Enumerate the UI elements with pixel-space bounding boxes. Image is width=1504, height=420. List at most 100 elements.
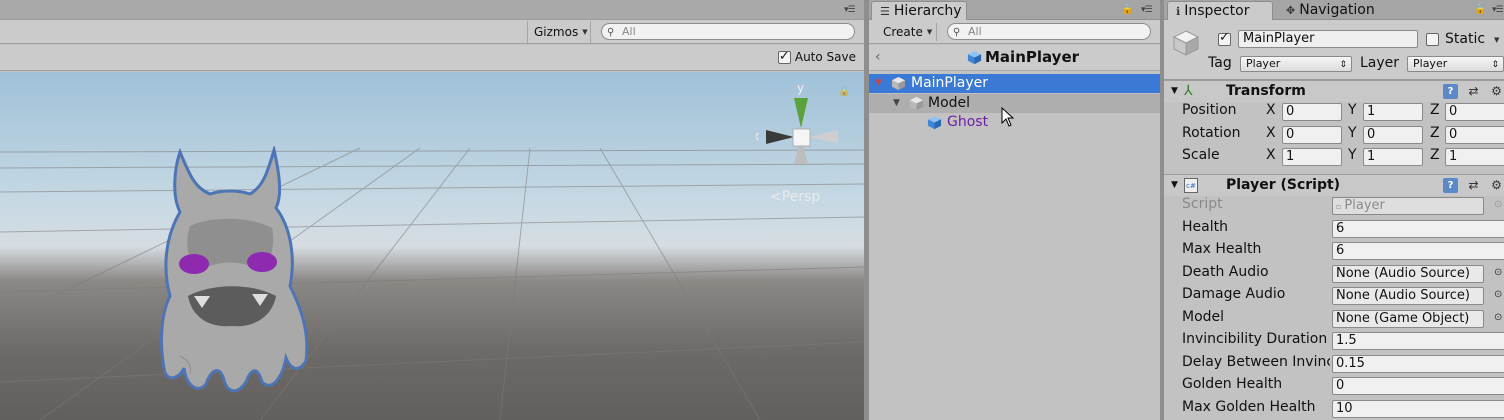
help-icon[interactable]: ? — [1443, 84, 1458, 99]
chevron-down-icon: ▼ — [582, 28, 588, 36]
gameobject-cube-icon — [891, 76, 906, 91]
rotation-x-field[interactable]: 0 — [1282, 126, 1342, 144]
tab-hierarchy[interactable]: ☰ Hierarchy — [871, 1, 967, 20]
inspector-panel: ℹInspector ✥Navigation 🔒 ▾☰ MainPlayer S… — [1164, 0, 1504, 420]
unity-editor: ▾☰ Gizmos▼ ⚲ All Auto Save — [0, 0, 1504, 420]
expand-triangle-icon[interactable]: ▼ — [875, 74, 882, 93]
tag-label: Tag — [1208, 55, 1232, 71]
scene-viewport[interactable]: y x 🔒 <Persp — [0, 72, 864, 420]
health-field[interactable]: 6 — [1332, 220, 1504, 238]
golden-health-label: Golden Health — [1182, 376, 1283, 392]
updown-arrow-icon: ⇕ — [1491, 60, 1499, 70]
hierarchy-tab-label: Hierarchy — [893, 3, 962, 19]
damage-audio-label: Damage Audio — [1182, 286, 1286, 302]
tab-navigation[interactable]: ✥ Navigation — [1278, 1, 1398, 20]
floor-grid — [0, 147, 864, 420]
damage-audio-field[interactable]: None (Audio Source) — [1332, 287, 1484, 305]
hierarchy-panel: ☰ Hierarchy 🔒 ▾☰ Create ▼ ⚲ All ‹ MainPlay… — [869, 0, 1160, 420]
layer-dropdown[interactable]: Player ⇕ — [1407, 56, 1504, 72]
transform-header[interactable]: ▼ ⅄ Transform ? ⇄ ⚙ — [1164, 80, 1504, 102]
back-chevron-icon[interactable]: ‹ — [875, 49, 881, 65]
axis-x-label: X — [1266, 125, 1276, 141]
player-script-header[interactable]: ▼ c# Player (Script) ? ⇄ ⚙ — [1164, 174, 1504, 196]
expand-triangle-icon[interactable]: ▼ — [1171, 86, 1178, 96]
axis-y-label: Y — [1348, 147, 1357, 163]
rotation-label: Rotation — [1182, 125, 1241, 141]
autosave-checkbox[interactable] — [777, 48, 791, 66]
lock-icon[interactable]: 🔒 — [838, 86, 850, 97]
scene-title-text: MainPlayer — [985, 48, 1080, 66]
gameobject-header: MainPlayer Static ▼ Tag Player ⇕ Layer Pl… — [1164, 20, 1504, 80]
mouse-cursor-icon — [1001, 107, 1015, 127]
position-z-field[interactable]: 0 — [1445, 103, 1504, 121]
preset-icon[interactable]: ⇄ — [1466, 84, 1481, 99]
position-x-field[interactable]: 0 — [1282, 103, 1342, 121]
scale-y-field[interactable]: 1 — [1363, 148, 1423, 166]
autosave-toggle[interactable]: Auto Save — [777, 48, 856, 66]
active-checkbox[interactable] — [1218, 30, 1231, 46]
invincibility-duration-label: Invincibility Duration — [1182, 331, 1328, 347]
axis-z-label: Z — [1430, 147, 1440, 163]
navigation-tab-label: Navigation — [1299, 2, 1375, 18]
death-audio-label: Death Audio — [1182, 264, 1269, 280]
static-dropdown-icon[interactable]: ▼ — [1494, 36, 1499, 44]
transform-title: Transform — [1226, 83, 1306, 99]
tag-dropdown[interactable]: Player ⇕ — [1240, 56, 1352, 72]
autosave-label: Auto Save — [794, 50, 856, 64]
preset-icon[interactable]: ⇄ — [1466, 178, 1481, 193]
panel-menu-icon[interactable]: ▾☰ — [1492, 6, 1504, 15]
tab-inspector[interactable]: ℹ Inspector — [1167, 1, 1273, 20]
invincibility-duration-field[interactable]: 1.5 — [1332, 332, 1504, 350]
expand-triangle-icon[interactable]: ▼ — [1171, 180, 1178, 190]
static-checkbox[interactable] — [1426, 33, 1439, 46]
delay-between-invincibility-label: Delay Between Invinc — [1182, 354, 1330, 370]
axis-y-label: y — [797, 81, 804, 95]
orientation-gizmo[interactable]: y x — [756, 78, 846, 173]
axis-x-label: x — [756, 129, 759, 143]
panel-menu-icon[interactable]: ▾☰ — [844, 6, 858, 15]
model-field[interactable]: None (Game Object) — [1332, 310, 1484, 328]
object-picker-icon[interactable]: ⊙ — [1494, 312, 1502, 323]
updown-arrow-icon: ⇕ — [1339, 60, 1347, 70]
object-picker-icon[interactable]: ⊙ — [1494, 289, 1502, 300]
projection-toggle[interactable]: <Persp — [770, 189, 820, 205]
info-icon: ℹ — [1176, 5, 1181, 18]
scene-search-input[interactable]: ⚲ All — [601, 23, 855, 40]
gizmos-dropdown[interactable]: Gizmos ▼ — [527, 21, 591, 43]
rotation-y-field[interactable]: 0 — [1363, 126, 1423, 144]
max-health-field[interactable]: 6 — [1332, 242, 1504, 260]
object-picker-icon[interactable]: ⊙ — [1494, 267, 1502, 278]
search-icon: ⚲ — [953, 27, 961, 38]
inspector-tab-strip: ℹ Inspector ✥ Navigation 🔒 ▾☰ — [1164, 0, 1504, 20]
panel-menu-icon[interactable]: ▾☰ — [1141, 6, 1155, 15]
player-script-title: Player (Script) — [1226, 177, 1341, 193]
axis-z-label: Z — [1430, 102, 1440, 118]
help-icon[interactable]: ? — [1443, 178, 1458, 193]
rotation-z-field[interactable]: 0 — [1445, 126, 1504, 144]
expand-triangle-icon[interactable]: ▼ — [893, 94, 900, 113]
delay-between-invincibility-field[interactable]: 0.15 — [1332, 355, 1504, 373]
scale-x-field[interactable]: 1 — [1282, 148, 1342, 166]
layer-label: Layer — [1360, 55, 1400, 71]
list-icon: ☰ — [880, 5, 890, 18]
gear-icon[interactable]: ⚙ — [1489, 84, 1504, 99]
object-name-field[interactable]: MainPlayer — [1238, 30, 1418, 48]
scene-panel: ▾☰ Gizmos▼ ⚲ All Auto Save — [0, 0, 864, 420]
golden-health-field[interactable]: 0 — [1332, 377, 1504, 395]
layer-value: Player — [1413, 57, 1448, 70]
ghost-model[interactable] — [140, 146, 320, 396]
hierarchy-search-input[interactable]: ⚲ All — [947, 23, 1151, 40]
scale-z-field[interactable]: 1 — [1445, 148, 1504, 166]
max-golden-health-field[interactable]: 10 — [1332, 400, 1504, 418]
hierarchy-toolbar: Create ▼ ⚲ All — [869, 20, 1160, 44]
lock-icon[interactable]: 🔒 — [1121, 5, 1135, 15]
lock-icon[interactable]: 🔒 — [1474, 5, 1488, 15]
navigation-icon: ✥ — [1286, 4, 1296, 17]
create-dropdown[interactable]: Create ▼ — [875, 23, 937, 41]
death-audio-field[interactable]: None (Audio Source) — [1332, 265, 1484, 283]
position-y-field[interactable]: 1 — [1363, 103, 1423, 121]
position-label: Position — [1182, 102, 1237, 118]
gear-icon[interactable]: ⚙ — [1489, 178, 1504, 193]
script-label: Script — [1182, 196, 1223, 212]
tree-item-mainplayer[interactable]: ▼ MainPlayer — [869, 74, 1160, 93]
